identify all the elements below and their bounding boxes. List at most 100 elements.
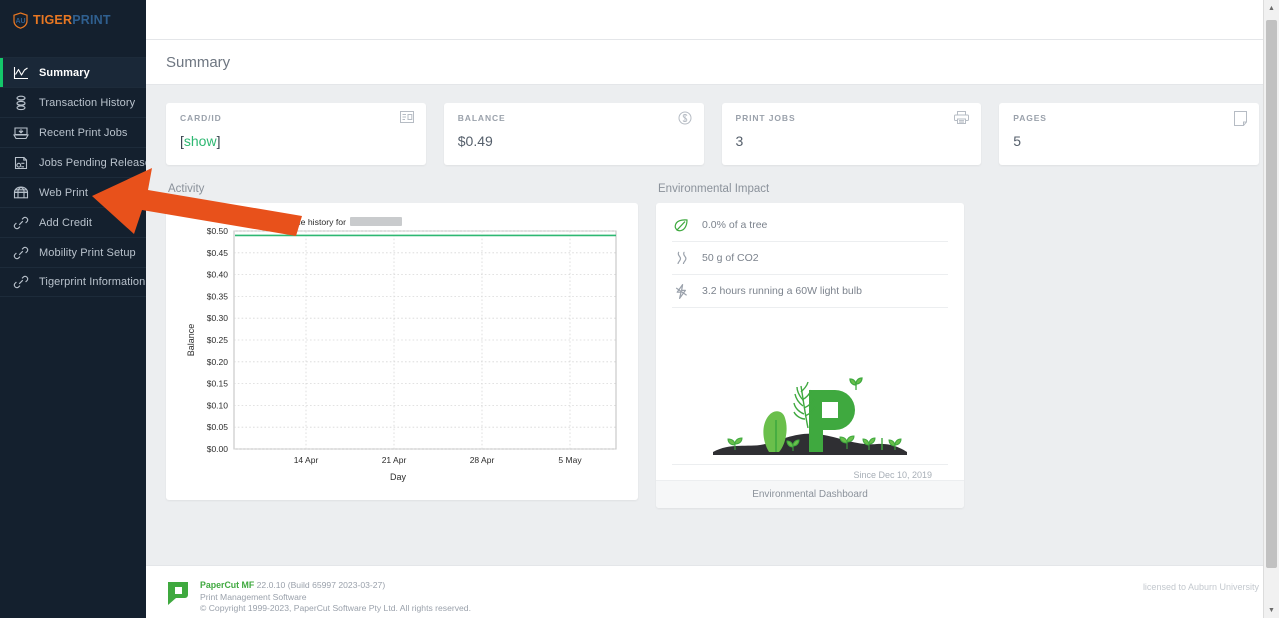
pages-value: 5 xyxy=(1013,133,1022,149)
sidebar-item-add-credit[interactable]: Add Credit xyxy=(0,207,146,237)
dollar-circle-icon xyxy=(678,111,692,125)
chart-x-tick-labels: 14 Apr 21 Apr 28 Apr 5 May xyxy=(294,455,583,465)
environmental-box: 0.0% of a tree 50 g of CO2 3.2 hours run… xyxy=(656,203,964,508)
print-jobs-value: 3 xyxy=(735,133,744,149)
brand-logo[interactable]: AU TIGERPRINT xyxy=(0,0,146,40)
svg-text:$0.45: $0.45 xyxy=(207,248,229,258)
footer-tagline: Print Management Software xyxy=(200,591,307,602)
svg-text:14 Apr: 14 Apr xyxy=(294,455,319,465)
svg-text:21 Apr: 21 Apr xyxy=(382,455,407,465)
papercut-logo-icon xyxy=(166,580,190,606)
card-label: PRINT JOBS xyxy=(735,113,796,123)
sidebar-item-label: Transaction History xyxy=(39,96,136,109)
sidebar: AU TIGERPRINT Summary Transaction Histor… xyxy=(0,0,151,618)
card-id-icon xyxy=(399,111,414,123)
environmental-heading: Environmental Impact xyxy=(658,183,770,195)
chart-title-redacted-username xyxy=(350,217,402,226)
printer-tray-icon xyxy=(12,124,30,142)
environmental-dashboard-link[interactable]: Environmental Dashboard xyxy=(656,480,964,508)
sidebar-item-label: Jobs Pending Release xyxy=(39,156,152,169)
chart-line-icon xyxy=(12,64,30,82)
sidebar-item-tigerprint-information[interactable]: Tigerprint Information xyxy=(0,267,146,297)
svg-text:$0.35: $0.35 xyxy=(207,291,229,301)
leaf-icon xyxy=(672,217,690,234)
sidebar-item-label: Web Print xyxy=(39,186,88,199)
env-row-co2: 50 g of CO2 xyxy=(672,242,948,275)
auburn-au-logo-icon: AU xyxy=(12,11,29,29)
chart-y-tick-labels: $0.00 $0.05 $0.10 $0.15 $0.20 $0.25 $0.3… xyxy=(207,226,229,454)
logo-text-print: PRINT xyxy=(72,12,111,27)
hourglass-icon xyxy=(12,94,30,112)
sidebar-item-label: Tigerprint Information xyxy=(39,276,146,288)
sidebar-item-jobs-pending-release[interactable]: Jobs Pending Release xyxy=(0,147,151,177)
environmental-rows: 0.0% of a tree 50 g of CO2 3.2 hours run… xyxy=(656,203,964,308)
svg-text:AU: AU xyxy=(15,18,25,25)
card-label: CARD/ID xyxy=(180,113,222,123)
card-balance: BALANCE $0.49 xyxy=(443,103,704,165)
content-area: CARD/ID [show] BALANCE $0.49 PRINT JOBS … xyxy=(146,85,1279,508)
web-print-globe-icon xyxy=(12,184,30,202)
main-content: Summary CARD/ID [show] BALANCE $0.49 PRI… xyxy=(146,0,1279,618)
link-icon xyxy=(12,244,30,262)
scrollbar-down-arrow[interactable]: ▼ xyxy=(1264,602,1279,618)
activity-panel: Activity Balance history for $0.00 $0.05… xyxy=(166,183,638,508)
bracket-close: ] xyxy=(216,133,221,149)
sidebar-item-label: Mobility Print Setup xyxy=(39,246,136,259)
lightning-bolt-icon xyxy=(672,283,690,300)
activity-heading: Activity xyxy=(168,183,205,195)
svg-text:5 May: 5 May xyxy=(558,455,582,465)
env-text: 50 g of CO2 xyxy=(702,252,759,264)
sidebar-item-label: Add Credit xyxy=(39,216,92,229)
chart-x-axis-label: Day xyxy=(390,472,407,482)
sidebar-item-transaction-history[interactable]: Transaction History xyxy=(0,87,146,117)
svg-text:$0.20: $0.20 xyxy=(207,357,229,367)
link-icon xyxy=(12,214,30,232)
page-icon xyxy=(1234,111,1247,126)
sidebar-item-label: Summary xyxy=(39,66,90,79)
scrollbar-thumb[interactable] xyxy=(1266,20,1277,568)
balance-value: $0.49 xyxy=(457,133,493,149)
sidebar-item-summary[interactable]: Summary xyxy=(0,57,146,87)
footer-version: 22.0.10 (Build 65997 2023-03-27) xyxy=(256,580,386,590)
page-footer: PaperCut MF 22.0.10 (Build 65997 2023-03… xyxy=(146,565,1279,618)
env-text: 3.2 hours running a 60W light bulb xyxy=(702,285,862,297)
scrollbar-up-arrow[interactable]: ▲ xyxy=(1264,0,1279,16)
footer-product-name: PaperCut MF xyxy=(200,580,255,590)
pending-release-icon xyxy=(12,154,30,172)
show-card-id-link[interactable]: show xyxy=(184,133,217,149)
svg-text:$0.15: $0.15 xyxy=(207,379,229,389)
sidebar-item-label: Recent Print Jobs xyxy=(39,126,128,139)
svg-text:28 Apr: 28 Apr xyxy=(470,455,495,465)
chart-svg: Balance history for $0.00 $0.05 $0.10 $0… xyxy=(186,217,617,482)
footer-licensed-to: licensed to Auburn University xyxy=(1142,582,1259,592)
svg-text:$0.50: $0.50 xyxy=(207,226,229,236)
svg-text:$0.00: $0.00 xyxy=(207,444,229,454)
panel-row: Activity Balance history for $0.00 $0.05… xyxy=(166,183,1259,508)
link-icon xyxy=(12,273,30,291)
svg-text:$0.05: $0.05 xyxy=(207,422,229,432)
sidebar-item-mobility-print-setup[interactable]: Mobility Print Setup xyxy=(0,237,146,267)
chart-y-axis-label: Balance xyxy=(186,324,196,357)
card-label: BALANCE xyxy=(457,113,506,123)
footer-copyright: © Copyright 1999-2023, PaperCut Software… xyxy=(200,603,471,613)
env-row-light-bulb: 3.2 hours running a 60W light bulb xyxy=(672,275,948,308)
sidebar-item-recent-print-jobs[interactable]: Recent Print Jobs xyxy=(0,117,146,147)
page-title-bar: Summary xyxy=(146,40,1279,85)
balance-history-chart: Balance history for $0.00 $0.05 $0.10 $0… xyxy=(166,203,638,500)
svg-text:$0.40: $0.40 xyxy=(207,270,229,280)
papercut-user-dashboard: AU TIGERPRINT Summary Transaction Histor… xyxy=(0,0,1279,618)
logo-text-tiger: TIGER xyxy=(33,12,73,27)
papercut-plant-growth-icon xyxy=(656,308,964,464)
svg-text:$0.30: $0.30 xyxy=(207,313,229,323)
card-print-jobs: PRINT JOBS 3 xyxy=(721,103,982,165)
svg-text:$0.10: $0.10 xyxy=(207,400,229,410)
co2-smoke-icon xyxy=(672,250,690,267)
sidebar-item-web-print[interactable]: Web Print xyxy=(0,177,146,207)
vertical-scrollbar[interactable]: ▲ ▼ xyxy=(1263,0,1279,618)
footer-text-block: PaperCut MF 22.0.10 (Build 65997 2023-03… xyxy=(200,580,471,615)
environmental-dashboard-label: Environmental Dashboard xyxy=(752,489,868,500)
printer-icon xyxy=(954,111,970,124)
env-since-date: Since Dec 10, 2019 xyxy=(672,464,948,480)
chart-title: Balance history for xyxy=(274,217,346,227)
footer-version-line: PaperCut MF 22.0.10 (Build 65997 2023-03… xyxy=(200,580,471,592)
